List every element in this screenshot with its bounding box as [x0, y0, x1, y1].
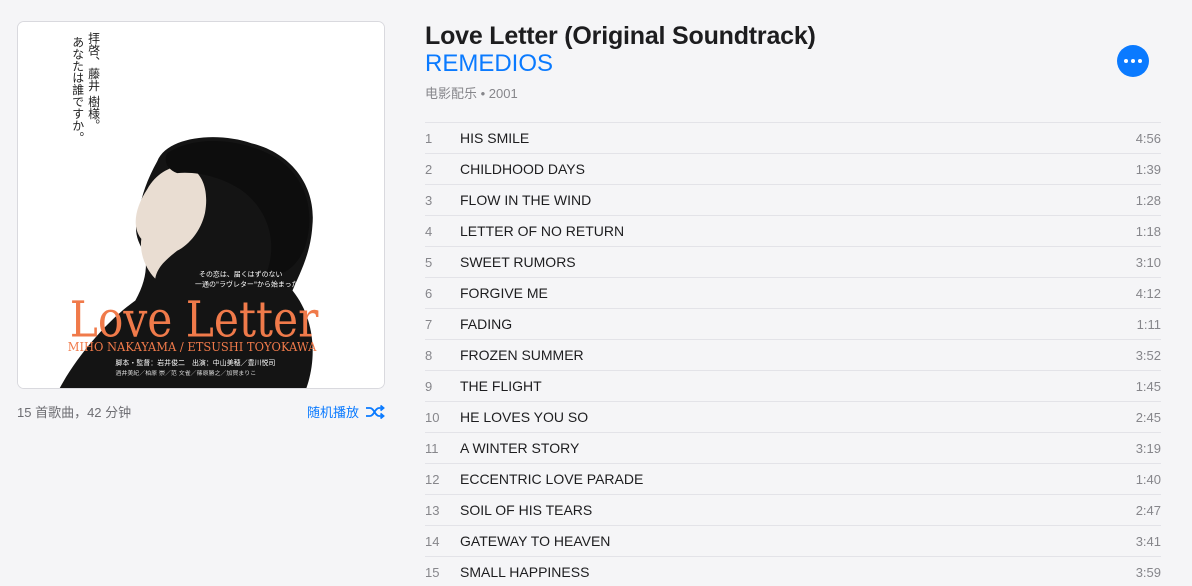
track-row[interactable]: 1 HIS SMILE 4:56 — [425, 123, 1161, 154]
track-number: 6 — [425, 285, 433, 301]
track-list: 1 HIS SMILE 4:56 2 CHILDHOOD DAYS 1:39 3… — [425, 122, 1161, 586]
album-artwork[interactable]: 拝啓、藤井 樹様。 あなたは誰ですか。 その恋は、届くはずのない 一通の"ラヴレ… — [17, 21, 385, 389]
track-title: FROZEN SUMMER — [460, 347, 584, 363]
track-row[interactable]: 11 A WINTER STORY 3:19 — [425, 433, 1161, 464]
track-row[interactable]: 7 FADING 1:11 — [425, 309, 1161, 340]
track-number: 14 — [425, 533, 440, 549]
track-title: SWEET RUMORS — [460, 254, 576, 270]
track-number: 11 — [425, 440, 439, 456]
track-number: 8 — [425, 347, 433, 363]
track-title: FADING — [460, 316, 513, 332]
track-number: 5 — [425, 254, 433, 270]
track-number: 2 — [425, 161, 433, 177]
track-row[interactable]: 12 ECCENTRIC LOVE PARADE 1:40 — [425, 464, 1161, 495]
track-number: 4 — [425, 223, 433, 239]
track-duration: 4:56 — [1135, 130, 1161, 146]
track-number: 3 — [425, 192, 433, 208]
track-number: 1 — [425, 130, 433, 146]
track-duration: 3:59 — [1135, 564, 1161, 580]
track-duration: 1:39 — [1135, 161, 1161, 177]
album-page: 拝啓、藤井 樹様。 あなたは誰ですか。 その恋は、届くはずのない 一通の"ラヴレ… — [0, 0, 1192, 586]
track-duration: 1:45 — [1135, 378, 1161, 394]
track-number: 15 — [425, 564, 440, 580]
track-duration: 3:10 — [1135, 254, 1161, 270]
track-title: LETTER OF NO RETURN — [460, 223, 625, 239]
track-title: HIS SMILE — [460, 130, 530, 146]
shuffle-label: 随机播放 — [306, 405, 359, 420]
track-title: THE FLIGHT — [460, 378, 542, 394]
more-dot-icon — [1138, 59, 1142, 63]
artwork-credits-2: 酒井美紀／柏原 崇／范 文雀／篠原勝之／加賀まりこ — [115, 369, 256, 377]
track-duration: 2:47 — [1135, 502, 1161, 518]
track-duration: 1:40 — [1135, 471, 1161, 487]
track-number: 7 — [425, 316, 433, 332]
more-dot-icon — [1131, 59, 1135, 63]
track-number: 9 — [425, 378, 433, 394]
artwork-vertical-text-2: あなたは誰ですか。 — [71, 36, 85, 143]
track-row[interactable]: 9 THE FLIGHT 1:45 — [425, 371, 1161, 402]
artwork-vertical-text-1: 拝啓、藤井 樹様。 — [87, 32, 101, 131]
artwork-tagline-1: その恋は、届くはずのない — [199, 270, 282, 279]
artwork-tagline-2: 一通の"ラヴレター"から始まった。 — [195, 280, 305, 289]
track-row[interactable]: 2 CHILDHOOD DAYS 1:39 — [425, 154, 1161, 185]
track-duration: 3:41 — [1135, 533, 1161, 549]
track-row[interactable]: 6 FORGIVE ME 4:12 — [425, 278, 1161, 309]
album-title: Love Letter (Original Soundtrack) — [425, 22, 816, 50]
track-row[interactable]: 14 GATEWAY TO HEAVEN 3:41 — [425, 526, 1161, 557]
track-title: A WINTER STORY — [460, 440, 580, 456]
track-title: FLOW IN THE WIND — [460, 192, 592, 208]
track-summary: 15 首歌曲，42 分钟 — [17, 405, 132, 420]
track-row[interactable]: 13 SOIL OF HIS TEARS 2:47 — [425, 495, 1161, 526]
track-duration: 4:12 — [1135, 285, 1161, 301]
genre-year: 电影配乐 • 2001 — [425, 86, 518, 101]
track-duration: 1:18 — [1135, 223, 1161, 239]
track-row[interactable]: 5 SWEET RUMORS 3:10 — [425, 247, 1161, 278]
track-title: GATEWAY TO HEAVEN — [460, 533, 611, 549]
track-row[interactable]: 4 LETTER OF NO RETURN 1:18 — [425, 216, 1161, 247]
track-duration: 2:45 — [1135, 409, 1161, 425]
album-artwork-image: 拝啓、藤井 樹様。 あなたは誰ですか。 その恋は、届くはずのない 一通の"ラヴレ… — [18, 22, 384, 388]
track-title: FORGIVE ME — [460, 285, 548, 301]
album-meta-row: 15 首歌曲，42 分钟 随机播放 — [17, 402, 385, 421]
track-row[interactable]: 3 FLOW IN THE WIND 1:28 — [425, 185, 1161, 216]
shuffle-button[interactable]: 随机播放 — [307, 402, 385, 421]
track-duration: 1:28 — [1135, 192, 1161, 208]
shuffle-icon — [366, 404, 385, 419]
more-dot-icon — [1124, 59, 1128, 63]
track-title: HE LOVES YOU SO — [460, 409, 589, 425]
track-number: 12 — [425, 471, 440, 487]
track-duration: 3:19 — [1135, 440, 1161, 456]
track-row[interactable]: 10 HE LOVES YOU SO 2:45 — [425, 402, 1161, 433]
track-duration: 1:11 — [1136, 316, 1161, 332]
track-number: 10 — [425, 409, 440, 425]
track-duration: 3:52 — [1135, 347, 1161, 363]
track-title: CHILDHOOD DAYS — [460, 161, 585, 177]
artwork-cast: MIHO NAKAYAMA / ETSUSHI TOYOKAWA — [68, 340, 317, 354]
track-row[interactable]: 15 SMALL HAPPINESS 3:59 — [425, 557, 1161, 586]
artwork-credits-1: 脚本・監督：岩井俊二 出演：中山美穂／豊川悦司 — [115, 358, 275, 367]
track-title: SOIL OF HIS TEARS — [460, 502, 593, 518]
track-title: SMALL HAPPINESS — [460, 564, 590, 580]
more-options-button[interactable] — [1117, 45, 1149, 77]
artist-link[interactable]: REMEDIOS — [425, 50, 553, 78]
track-row[interactable]: 8 FROZEN SUMMER 3:52 — [425, 340, 1161, 371]
track-number: 13 — [425, 502, 440, 518]
track-title: ECCENTRIC LOVE PARADE — [460, 471, 644, 487]
